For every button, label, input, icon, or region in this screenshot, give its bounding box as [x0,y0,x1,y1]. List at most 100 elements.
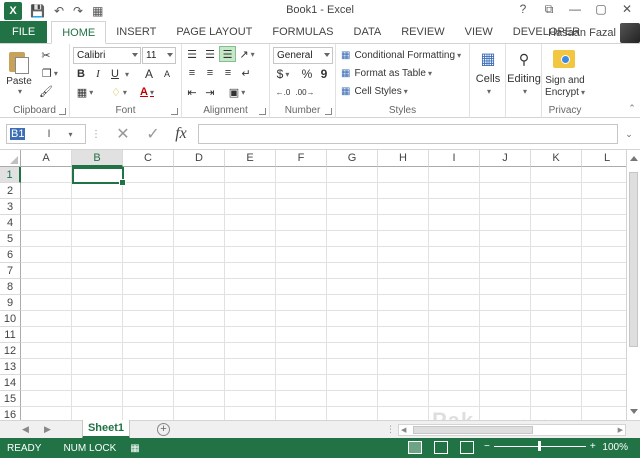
row-header-16[interactable]: 16 [0,407,21,420]
row-header-14[interactable]: 14 [0,375,21,391]
row-header-1[interactable]: 1 [0,167,21,183]
column-header-f[interactable]: F [276,150,327,167]
decrease-indent-icon[interactable]: ⇤ [184,84,200,100]
paste-button[interactable]: Paste ▾ [6,48,32,96]
close-icon[interactable]: ✕ [620,2,634,17]
number-launcher-icon[interactable] [325,108,332,115]
row-header-13[interactable]: 13 [0,359,21,375]
sign-encrypt-label-1[interactable]: Sign and [542,74,588,86]
increase-indent-icon[interactable]: ⇥ [202,84,218,100]
clipboard-launcher-icon[interactable] [59,108,66,115]
formula-input[interactable] [198,124,618,144]
shrink-font-button[interactable]: A [160,66,174,82]
column-header-g[interactable]: G [327,150,378,167]
column-header-i[interactable]: I [429,150,480,167]
scroll-down-icon[interactable] [630,409,638,414]
column-header-e[interactable]: E [225,150,276,167]
zoom-out-icon[interactable]: − [484,441,490,452]
column-header-a[interactable]: A [21,150,72,167]
tab-insert[interactable]: INSERT [106,21,166,43]
zoom-knob[interactable] [537,441,541,451]
maximize-icon[interactable]: ▢ [594,2,608,17]
align-center-icon[interactable]: ≡ [202,65,218,81]
italic-button[interactable]: I [91,66,105,82]
top-align-icon[interactable]: ☰ [184,46,200,62]
underline-button[interactable]: U [108,66,122,82]
bottom-align-icon[interactable]: ☰ [219,46,236,62]
font-name-combo[interactable]: Calibri [73,47,141,64]
row-header-6[interactable]: 6 [0,247,21,263]
cut-icon[interactable]: ✂ [38,47,54,63]
tab-formulas[interactable]: FORMULAS [262,21,343,43]
cells-group[interactable]: ▦ Cells ▾ [470,44,506,118]
align-left-icon[interactable]: ≡ [184,65,200,81]
currency-button[interactable]: $ ▾ [274,66,292,82]
minimize-icon[interactable]: — [568,2,582,17]
percent-button[interactable]: % [300,66,314,82]
vertical-scrollbar[interactable] [626,150,640,420]
tab-home[interactable]: HOME [51,21,107,44]
column-header-d[interactable]: D [174,150,225,167]
column-header-c[interactable]: C [123,150,174,167]
customize-icon[interactable]: ▦ [92,4,103,18]
expand-formula-bar-icon[interactable]: ⌄ [622,124,636,144]
collapse-ribbon-icon[interactable]: ⌃ [626,102,638,114]
format-as-table-button[interactable]: ▦ Format as Table ▾ [341,65,469,81]
row-header-3[interactable]: 3 [0,199,21,215]
cancel-entry-icon[interactable]: ✕ [112,124,134,144]
row-header-8[interactable]: 8 [0,279,21,295]
row-header-12[interactable]: 12 [0,343,21,359]
page-break-view-icon[interactable] [460,441,474,454]
cell-styles-button[interactable]: ▦ Cell Styles ▾ [341,83,469,99]
normal-view-icon[interactable] [408,441,422,454]
scroll-up-icon[interactable] [630,156,638,161]
borders-icon[interactable]: ▦ ▾ [74,84,96,100]
cell-area[interactable] [21,167,626,420]
sign-encrypt-button[interactable]: Encrypt ▾ [542,86,588,98]
macro-record-icon[interactable]: ▦ [130,443,139,454]
confirm-entry-icon[interactable]: ✓ [142,124,164,144]
wrap-text-icon[interactable]: ↵ [238,65,254,81]
select-all-corner[interactable] [0,150,21,167]
tab-view[interactable]: VIEW [455,21,503,43]
scroll-right-icon[interactable]: ▶ [618,426,623,434]
copy-icon[interactable]: ❐ ▾ [38,65,62,81]
zoom-in-icon[interactable]: + [590,441,596,452]
tab-review[interactable]: REVIEW [391,21,454,43]
ribbon-display-icon[interactable]: ⧉ [542,2,556,17]
row-header-7[interactable]: 7 [0,263,21,279]
redo-icon[interactable]: ↷ [73,4,83,18]
column-header-j[interactable]: J [480,150,531,167]
name-box[interactable]: B1 I ▾ [6,124,86,144]
row-header-10[interactable]: 10 [0,311,21,327]
font-launcher-icon[interactable] [171,108,178,115]
sheet-tab-sheet1[interactable]: Sheet1 [82,420,130,439]
editing-group[interactable]: ⚲ Editing ▾ [506,44,542,118]
zoom-track[interactable] [493,441,586,451]
row-header-4[interactable]: 4 [0,215,21,231]
row-header-9[interactable]: 9 [0,295,21,311]
sheet-next-icon[interactable]: ▶ [44,424,51,435]
number-format-combo[interactable]: General [273,47,333,64]
help-icon[interactable]: ? [516,2,530,17]
add-sheet-icon[interactable]: + [157,423,170,436]
middle-align-icon[interactable]: ☰ [202,46,218,62]
comma-button[interactable]: 9 [317,66,331,82]
user-account[interactable]: Hasaan Fazal [548,22,640,44]
merge-center-icon[interactable]: ▣ ▾ [226,84,248,100]
undo-icon[interactable]: ↶ [54,4,64,18]
tab-file[interactable]: FILE [0,21,48,43]
grow-font-button[interactable]: A [142,66,156,82]
bold-button[interactable]: B [74,66,88,82]
column-header-b[interactable]: B [72,150,123,167]
increase-decimal-icon[interactable]: ←.0 [274,84,292,100]
font-color-icon[interactable]: A ▾ [136,84,158,100]
row-header-15[interactable]: 15 [0,391,21,407]
horizontal-scrollbar[interactable]: ◀ ▶ [398,424,626,436]
insert-function-button[interactable]: fx [170,124,192,144]
zoom-level[interactable]: 100% [602,442,628,453]
horizontal-scroll-thumb[interactable] [413,426,533,434]
conditional-formatting-button[interactable]: ▦ Conditional Formatting ▾ [341,47,469,63]
tab-page-layout[interactable]: PAGE LAYOUT [166,21,262,43]
underline-dropdown-icon[interactable]: ▾ [122,66,130,82]
